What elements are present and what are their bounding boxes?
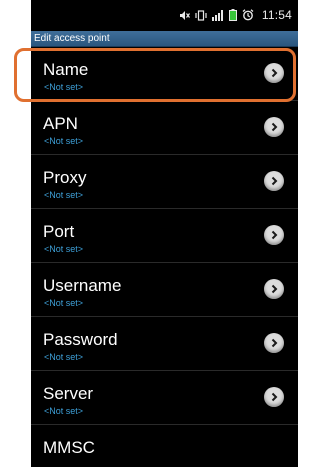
item-value: <Not set> bbox=[44, 136, 84, 146]
item-label: Name bbox=[43, 60, 89, 79]
item-label: MMSC bbox=[43, 438, 95, 457]
vibrate-icon bbox=[195, 9, 207, 21]
item-label: Password bbox=[43, 330, 118, 349]
list-item-mmsc[interactable]: MMSC bbox=[31, 425, 298, 467]
item-label: APN bbox=[43, 114, 78, 133]
list-item-password[interactable]: Password <Not set> bbox=[31, 317, 298, 371]
chevron-right-icon[interactable] bbox=[264, 117, 284, 137]
status-bar: 11:54 bbox=[31, 0, 298, 30]
item-value: <Not set> bbox=[44, 190, 84, 200]
list-item-port[interactable]: Port <Not set> bbox=[31, 209, 298, 263]
chevron-right-icon[interactable] bbox=[264, 171, 284, 191]
item-value: <Not set> bbox=[44, 82, 84, 92]
chevron-right-icon[interactable] bbox=[264, 225, 284, 245]
list-item-username[interactable]: Username <Not set> bbox=[31, 263, 298, 317]
phone-screen: 11:54 Edit access point Name <Not set> A… bbox=[31, 0, 298, 467]
item-label: Username bbox=[43, 276, 122, 295]
status-clock: 11:54 bbox=[261, 8, 292, 22]
alarm-icon bbox=[242, 9, 254, 21]
chevron-right-icon[interactable] bbox=[264, 387, 284, 407]
item-label: Proxy bbox=[43, 168, 87, 187]
item-label: Server bbox=[43, 384, 94, 403]
list-item-name[interactable]: Name <Not set> bbox=[31, 47, 298, 101]
item-value: <Not set> bbox=[44, 406, 84, 416]
chevron-right-icon[interactable] bbox=[264, 279, 284, 299]
list-item-server[interactable]: Server <Not set> bbox=[31, 371, 298, 425]
item-value: <Not set> bbox=[44, 244, 84, 254]
chevron-right-icon[interactable] bbox=[264, 63, 284, 83]
status-icons bbox=[179, 9, 254, 21]
item-label: Port bbox=[43, 222, 75, 241]
signal-icon bbox=[211, 9, 224, 21]
battery-icon bbox=[228, 9, 237, 21]
item-value: <Not set> bbox=[44, 298, 84, 308]
screen-title: Edit access point bbox=[31, 31, 298, 47]
list-item-apn[interactable]: APN <Not set> bbox=[31, 101, 298, 155]
settings-list: Name <Not set> APN <Not set> Proxy <Not … bbox=[31, 47, 298, 467]
mute-icon bbox=[179, 10, 190, 21]
item-value: <Not set> bbox=[44, 352, 84, 362]
list-item-proxy[interactable]: Proxy <Not set> bbox=[31, 155, 298, 209]
chevron-right-icon[interactable] bbox=[264, 333, 284, 353]
